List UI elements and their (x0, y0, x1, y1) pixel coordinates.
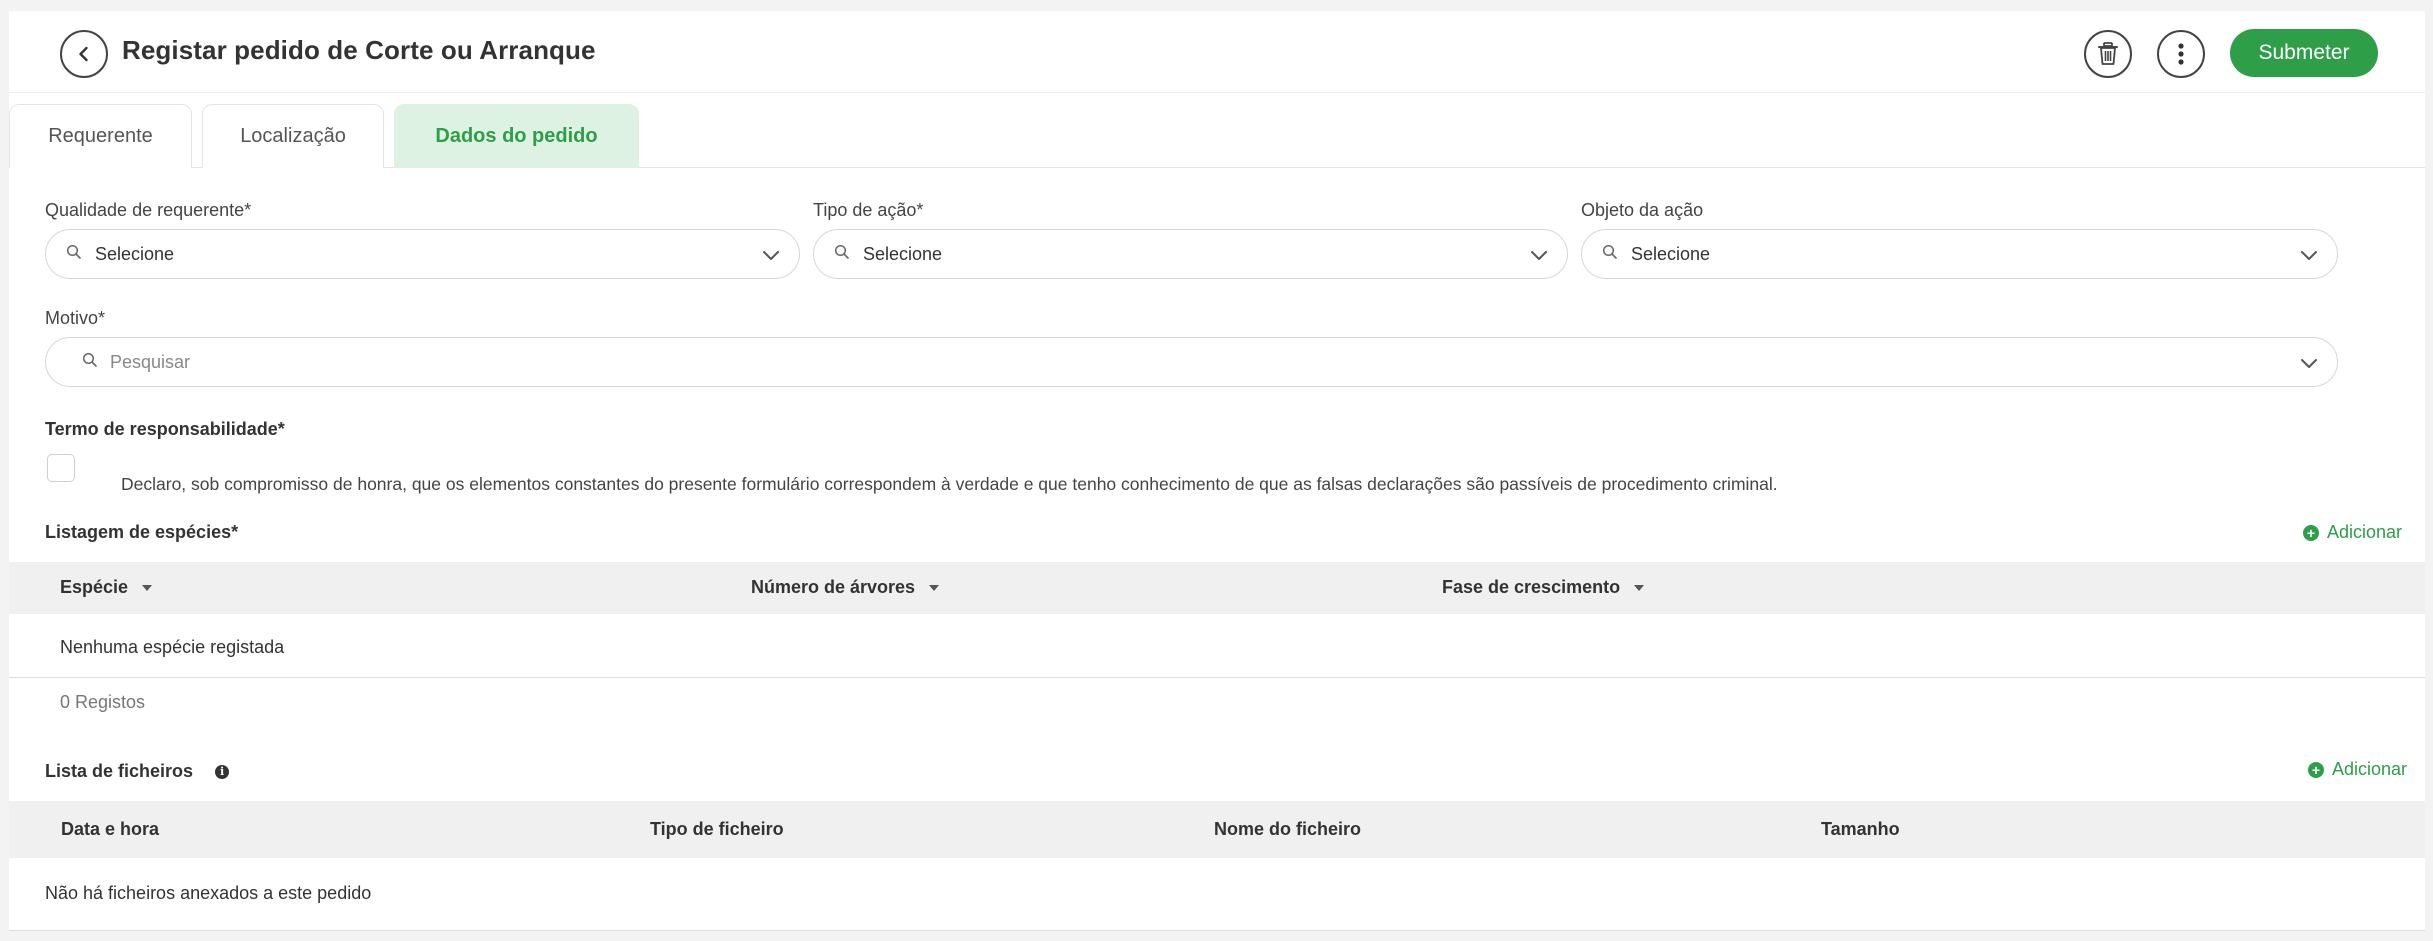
back-button[interactable] (60, 30, 108, 78)
delete-button[interactable] (2084, 30, 2132, 78)
motivo-placeholder: Pesquisar (110, 351, 191, 372)
files-table-header: Data e hora Tipo de ficheiro Nome do fic… (9, 801, 2425, 858)
page-title: Registar pedido de Corte ou Arranque (122, 35, 596, 65)
column-especie-label: Espécie (60, 577, 129, 597)
tab-requerente[interactable]: Requerente (9, 104, 192, 168)
chevron-down-icon (2301, 359, 2317, 368)
objeto-acao-value: Selecione (1631, 243, 1711, 264)
column-tipo-ficheiro: Tipo de ficheiro (650, 819, 784, 839)
column-tamanho: Tamanho (1821, 819, 1900, 839)
chevron-down-icon (1531, 251, 1547, 260)
add-file-label: Adicionar (2332, 759, 2408, 779)
species-empty-row: Nenhuma espécie registada (9, 614, 2425, 678)
sort-down-icon (1634, 584, 1645, 591)
more-vertical-icon (2178, 43, 2184, 65)
motivo-label: Motivo* (45, 308, 106, 328)
files-empty-text: Não há ficheiros anexados a este pedido (45, 883, 372, 903)
tab-dados-do-pedido[interactable]: Dados do pedido (394, 104, 639, 168)
termo-checkbox[interactable] (47, 454, 75, 482)
search-icon (1602, 244, 1617, 259)
column-numero-arvores-label: Número de árvores (751, 577, 916, 597)
tipo-acao-value: Selecione (863, 243, 943, 264)
sort-down-icon (929, 584, 940, 591)
tipo-acao-select[interactable]: Selecione (813, 229, 1568, 279)
more-options-button[interactable] (2157, 30, 2205, 78)
add-species-link[interactable]: + Adicionar (2303, 522, 2402, 543)
files-empty-row: Não há ficheiros anexados a este pedido (9, 858, 2425, 931)
objeto-acao-select[interactable]: Selecione (1581, 229, 2338, 279)
add-species-label: Adicionar (2327, 522, 2403, 542)
info-icon[interactable]: i (215, 764, 230, 779)
objeto-acao-label: Objeto da ação (1581, 200, 1704, 220)
page: Registar pedido de Corte ou Arranque Sub… (9, 11, 2425, 931)
species-table-header: Espécie Número de árvores Fase de cresci… (9, 562, 2425, 614)
plus-circle-icon: + (2303, 524, 2319, 541)
files-list-title: Lista de ficheiros i (45, 761, 230, 782)
chevron-down-icon (763, 251, 779, 260)
trash-icon (2098, 42, 2118, 65)
page-header: Registar pedido de Corte ou Arranque Sub… (9, 11, 2425, 93)
submit-button[interactable]: Submeter (2230, 29, 2378, 77)
search-icon (66, 244, 81, 259)
tab-bar: Requerente Localização Dados do pedido (9, 104, 2425, 168)
termo-declaration: Declaro, sob compromisso de honra, que o… (121, 474, 1778, 494)
plus-circle-icon: + (2308, 761, 2324, 778)
search-icon (834, 244, 849, 259)
files-list-title-text: Lista de ficheiros (45, 761, 194, 781)
species-list-title: Listagem de espécies* (45, 522, 239, 542)
search-icon (82, 352, 97, 367)
sort-down-icon (142, 584, 153, 591)
column-especie[interactable]: Espécie (60, 577, 153, 598)
qualidade-select[interactable]: Selecione (45, 229, 800, 279)
column-numero-arvores[interactable]: Número de árvores (751, 577, 940, 598)
tab-localizacao[interactable]: Localização (202, 104, 384, 168)
column-fase-crescimento-label: Fase de crescimento (1442, 577, 1621, 597)
motivo-search-select[interactable]: Pesquisar (45, 337, 2338, 387)
add-file-link[interactable]: + Adicionar (2308, 759, 2407, 780)
qualidade-value: Selecione (95, 243, 175, 264)
termo-title: Termo de responsabilidade* (45, 419, 285, 439)
column-data-hora: Data e hora (61, 819, 160, 839)
species-records-count: 0 Registos (60, 692, 146, 712)
qualidade-label: Qualidade de requerente* (45, 200, 252, 220)
column-nome-ficheiro: Nome do ficheiro (1214, 819, 1362, 839)
chevron-down-icon (2301, 251, 2317, 260)
tipo-acao-label: Tipo de ação* (813, 200, 924, 220)
species-empty-text: Nenhuma espécie registada (60, 637, 285, 657)
chevron-left-icon (79, 46, 88, 62)
column-fase-crescimento[interactable]: Fase de crescimento (1442, 577, 1645, 598)
